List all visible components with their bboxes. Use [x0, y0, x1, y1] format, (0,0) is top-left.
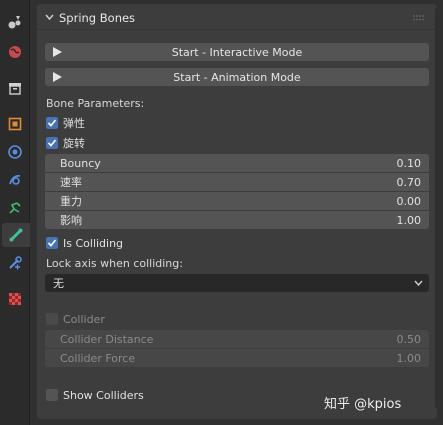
field-value: 0.50: [396, 332, 422, 346]
elasticity-label: 弹性: [63, 117, 85, 130]
field-label: 速率: [60, 176, 82, 189]
elasticity-checkbox[interactable]: 弹性: [46, 115, 85, 131]
tab-modifiers[interactable]: [3, 140, 27, 164]
lock-axis-dropdown[interactable]: 无: [45, 274, 429, 292]
object-icon: [8, 117, 22, 131]
field-value: 1.00: [396, 213, 422, 227]
texture-checker-icon: [9, 293, 21, 305]
start-interactive-label: Start - Interactive Mode: [171, 45, 303, 59]
collection-icon: [9, 83, 21, 95]
start-animation-button[interactable]: Start - Animation Mode: [45, 68, 429, 86]
physics-icon: [8, 145, 22, 159]
panel-title: Spring Bones: [59, 11, 136, 25]
world-icon: [9, 46, 21, 58]
chevron-down-icon: [414, 280, 423, 286]
collider-force-field[interactable]: Collider Force 1.00: [45, 349, 429, 367]
panel-header[interactable]: Spring Bones: [37, 4, 437, 30]
play-icon: [53, 47, 62, 57]
field-label: Collider Distance: [60, 332, 154, 346]
rotation-checkbox[interactable]: 旋转: [46, 135, 85, 151]
bouncy-field[interactable]: Bouncy 0.10: [45, 154, 429, 172]
tab-texture[interactable]: [3, 287, 27, 311]
influence-field[interactable]: 影响 1.00: [45, 211, 429, 229]
show-colliders-label: Show Colliders: [63, 388, 144, 402]
tab-collection[interactable]: [3, 76, 27, 100]
tab-scene[interactable]: [3, 10, 27, 34]
bone-icon: [9, 228, 23, 242]
tab-particles[interactable]: [3, 168, 27, 192]
is-colliding-checkbox[interactable]: Is Colliding: [46, 235, 123, 251]
field-value: 0.70: [396, 175, 422, 189]
field-label: 影响: [60, 214, 82, 227]
play-icon: [53, 72, 62, 82]
chevron-down-icon: [45, 14, 54, 21]
scrollbar[interactable]: [435, 8, 438, 408]
field-label: 重力: [60, 195, 82, 208]
lock-axis-value: 无: [53, 277, 64, 290]
tab-physics[interactable]: [3, 196, 27, 220]
scene-icon: [8, 16, 21, 29]
field-label: Collider Force: [60, 351, 136, 365]
start-interactive-button[interactable]: Start - Interactive Mode: [45, 43, 429, 61]
collider-checkbox[interactable]: Collider: [46, 311, 105, 327]
spring-bones-panel: Spring Bones Start - Interactive Mode St…: [37, 4, 437, 419]
field-label: Bouncy: [60, 156, 101, 170]
tab-bone-constraints[interactable]: [3, 251, 27, 275]
is-colliding-label: Is Colliding: [63, 236, 124, 250]
lock-axis-label: Lock axis when colliding:: [46, 257, 183, 270]
field-value: 1.00: [396, 351, 422, 365]
checkbox-checked-icon: [46, 237, 58, 249]
rotation-label: 旋转: [63, 137, 85, 150]
field-value: 0.00: [396, 194, 422, 208]
start-animation-label: Start - Animation Mode: [173, 70, 301, 84]
drag-grip-icon[interactable]: [413, 15, 425, 21]
speed-field[interactable]: 速率 0.70: [45, 173, 429, 191]
properties-tab-bar: [0, 0, 30, 425]
show-colliders-checkbox[interactable]: Show Colliders: [46, 387, 144, 403]
properties-editor: Spring Bones Start - Interactive Mode St…: [31, 0, 443, 425]
tab-object[interactable]: [3, 112, 27, 136]
bone-constraint-icon: [9, 256, 22, 270]
checkbox-unchecked-icon: [46, 389, 58, 401]
armature-pose-icon: [9, 202, 21, 214]
collider-label: Collider: [63, 312, 105, 326]
checkbox-checked-icon: [46, 137, 58, 149]
checkbox-checked-icon: [46, 117, 58, 129]
collider-distance-field[interactable]: Collider Distance 0.50: [45, 330, 429, 348]
tab-world[interactable]: [3, 40, 27, 64]
field-value: 0.10: [396, 156, 422, 170]
tab-bone[interactable]: [2, 223, 30, 247]
gravity-field[interactable]: 重力 0.00: [45, 192, 429, 210]
watermark: 知乎 @kpios: [324, 397, 402, 412]
bone-parameters-heading: Bone Parameters:: [46, 97, 145, 110]
particles-icon: [9, 175, 21, 185]
checkbox-unchecked-icon: [46, 313, 58, 325]
